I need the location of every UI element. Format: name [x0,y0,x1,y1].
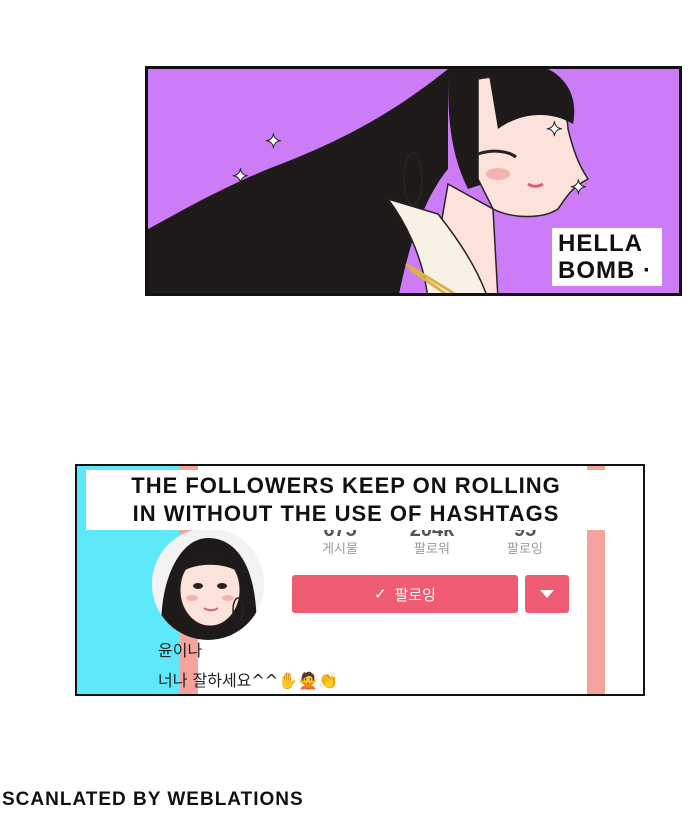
following-label: 팔로잉 [394,585,436,604]
checkmark-icon: ✓ [374,585,387,603]
dropdown-button[interactable] [525,575,569,613]
sparkle-icon: ✦ [232,164,250,188]
caption-line: IN WITHOUT THE USE OF HASHTAGS [132,501,560,526]
profile-username: 윤이나 [158,641,203,660]
avatar-illustration [152,528,264,640]
sparkle-icon: ✦ [265,129,283,153]
caption-line: BOMB · [558,257,652,284]
sparkle-icon: ✦ [546,117,564,141]
scanlation-credit: SCANLATED BY WEBLATIONS [2,789,304,810]
caption-followers: THE FOLLOWERS KEEP ON ROLLING IN WITHOUT… [86,470,606,530]
stat-label: 팔로워 [414,541,450,556]
caret-down-icon [540,590,554,598]
avatar[interactable] [152,528,264,640]
caption-hella-bomb: HELLA BOMB · [552,228,662,286]
stat-label: 게시물 [322,541,358,556]
caption-line: HELLA [558,230,643,257]
profile-bio: 너나 잘하세요^^✋🙅👏 [158,671,338,690]
following-button[interactable]: ✓ 팔로잉 [292,575,518,613]
sparkle-icon: ✦ [570,175,588,199]
stat-label: 팔로잉 [507,541,543,556]
caption-line: THE FOLLOWERS KEEP ON ROLLING [131,473,561,498]
